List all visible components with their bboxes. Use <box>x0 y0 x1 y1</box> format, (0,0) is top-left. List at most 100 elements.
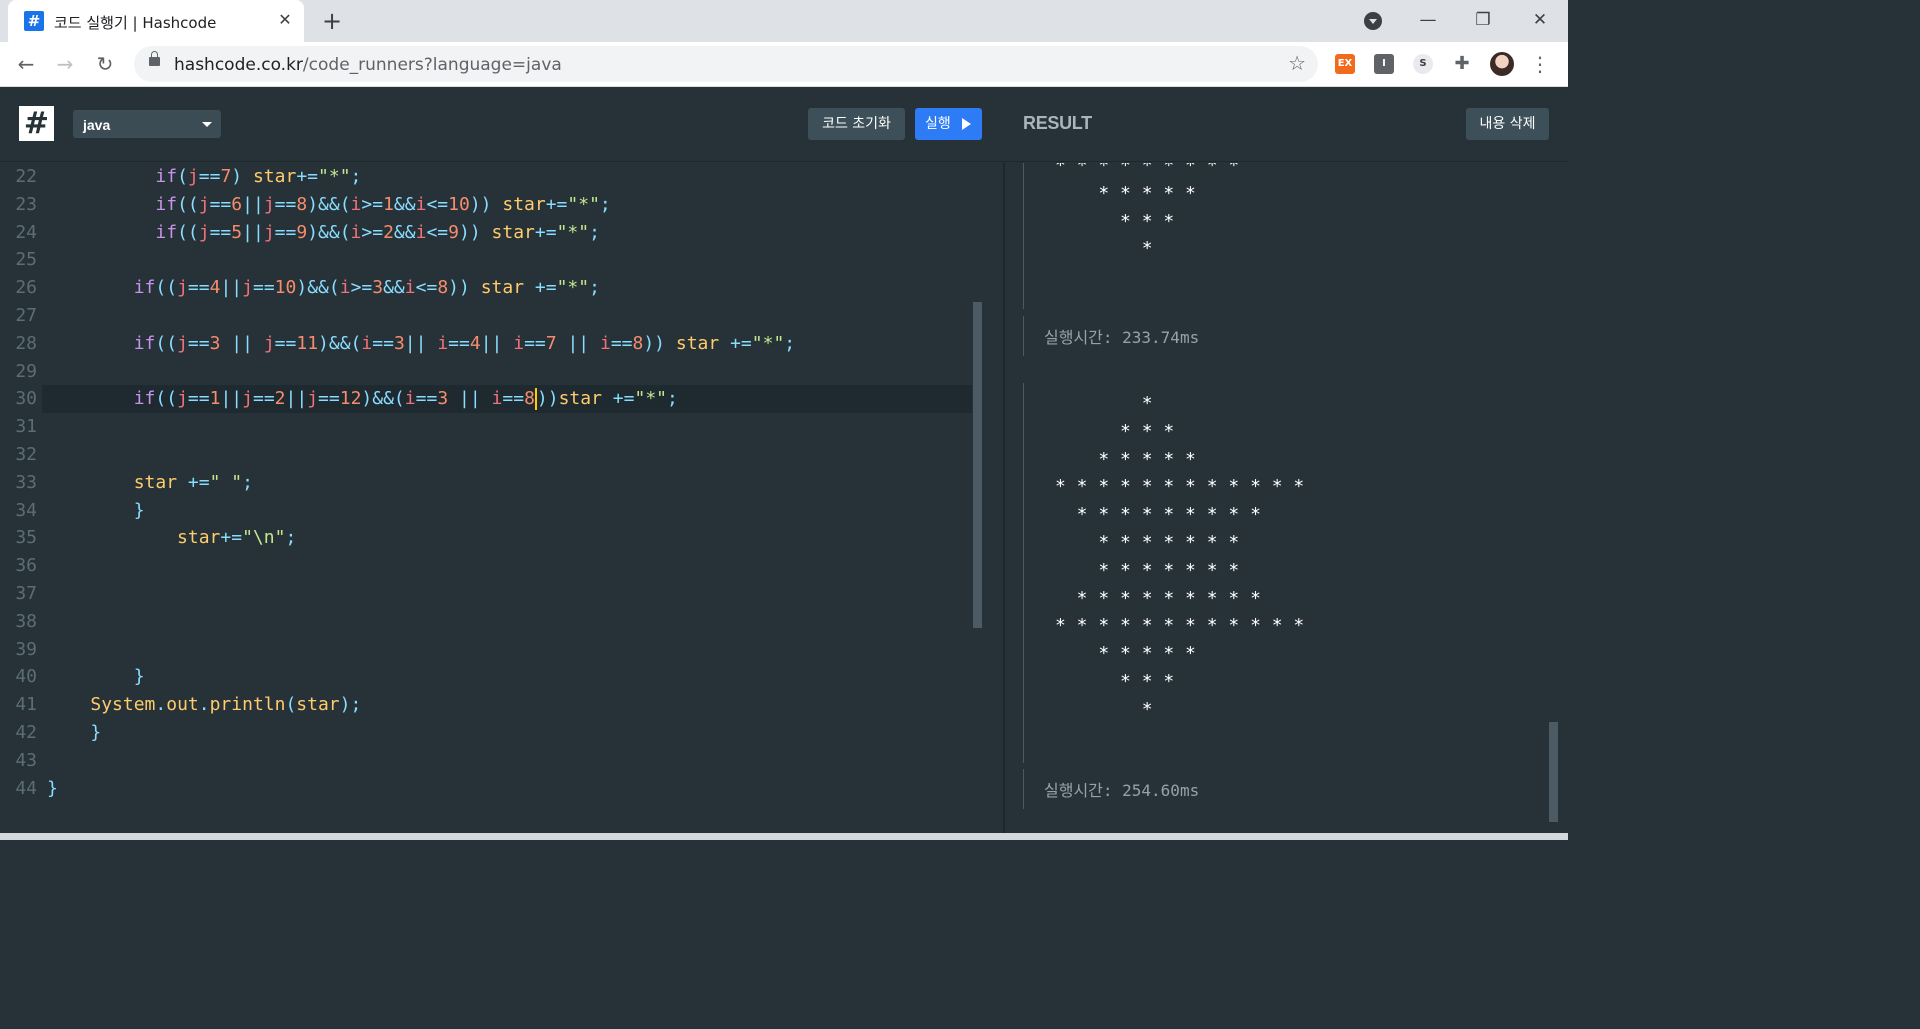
code-text[interactable]: if((j==3 || j==11)&&(i==3|| i==4|| i==7 … <box>47 330 795 358</box>
code-line[interactable]: 41 System.out.println(star); <box>0 691 972 719</box>
back-arrow-icon[interactable]: ← <box>12 50 40 78</box>
clear-result-button[interactable]: 내용 삭제 <box>1466 108 1549 140</box>
code-line[interactable]: 37 <box>0 580 972 608</box>
restore-button[interactable]: ❐ <box>1469 6 1497 34</box>
output-line: * * * <box>1055 420 1175 442</box>
forward-arrow-icon[interactable]: → <box>51 50 79 78</box>
language-select-value: java <box>83 117 111 133</box>
code-line[interactable]: 43 <box>0 747 972 775</box>
runtime-text: 실행시간: 233.74ms <box>1044 328 1200 347</box>
extension-ex-icon[interactable]: EX <box>1335 54 1355 74</box>
line-number: 26 <box>15 277 37 299</box>
code-line[interactable]: 40 } <box>0 663 972 691</box>
reload-icon[interactable]: ↻ <box>91 50 119 78</box>
tab-search-icon[interactable] <box>1364 12 1382 30</box>
output-block <box>1023 383 1024 763</box>
app-header: # java 코드 초기화 실행 RESULT 내용 삭제 <box>0 88 1568 162</box>
code-line[interactable]: 24 if((j==5||j==9)&&(i>=2&&i<=9)) star+=… <box>0 219 972 247</box>
output-line: * * * <box>1055 671 1175 692</box>
minimize-button[interactable]: — <box>1414 6 1442 34</box>
output-line: * <box>1055 393 1153 414</box>
code-line[interactable]: 26 if((j==4||j==10)&&(i>=3&&i<=8)) star … <box>0 274 972 302</box>
result-scrollbar[interactable] <box>1549 722 1558 822</box>
browser-menu-icon[interactable]: ⋮ <box>1530 50 1550 78</box>
code-line[interactable]: 34 } <box>0 497 972 525</box>
code-text[interactable]: if((j==5||j==9)&&(i>=2&&i<=9)) star+="*"… <box>47 219 600 247</box>
run-button[interactable]: 실행 <box>915 108 982 140</box>
code-line[interactable]: 33 star +=" "; <box>0 469 972 497</box>
hashcode-favicon-icon: # <box>24 11 44 31</box>
line-number: 41 <box>15 694 37 716</box>
output-line: * * * * * * * * * <box>1055 163 1240 176</box>
runtime-text: 실행시간: 254.60ms <box>1044 781 1200 800</box>
editor-scrollbar[interactable] <box>973 302 982 628</box>
line-number: 23 <box>15 193 37 215</box>
code-line[interactable]: 32 <box>0 441 972 469</box>
output-line: * * * * * <box>1055 448 1196 470</box>
code-text[interactable]: star +=" "; <box>47 469 253 497</box>
line-number: 42 <box>15 722 37 743</box>
code-line[interactable]: 31 <box>0 413 972 441</box>
code-text[interactable]: } <box>47 775 58 803</box>
line-number: 38 <box>15 610 37 632</box>
output-line: * * * * * * * <box>1055 532 1240 553</box>
output-line: * * * * * <box>1055 643 1196 665</box>
code-line[interactable]: 38 <box>0 608 972 636</box>
line-number: 25 <box>15 249 37 271</box>
extension-i-icon[interactable]: I <box>1374 54 1394 74</box>
code-line[interactable]: 30 if((j==1||j==2||j==12)&&(i==3 || i==8… <box>15 385 972 414</box>
runtime-label: 실행시간: 254.60ms <box>1023 769 1199 809</box>
tab-title: 코드 실행기 | Hashcode <box>54 14 217 32</box>
code-text[interactable]: } <box>47 663 145 691</box>
line-number: 22 <box>15 166 37 187</box>
code-line[interactable]: 25 <box>0 246 972 274</box>
bookmark-star-icon[interactable]: ☆ <box>1288 51 1306 75</box>
code-line[interactable]: 42 } <box>0 719 972 747</box>
tab-close-icon[interactable]: ✕ <box>274 9 296 31</box>
code-text[interactable]: } <box>47 497 145 525</box>
code-line[interactable]: 44} <box>0 775 972 803</box>
code-line[interactable]: 22 if(j==7) star+="*"; <box>0 163 972 191</box>
code-line[interactable]: 23 if((j==6||j==8)&&(i>=1&&i<=10)) star+… <box>0 191 972 219</box>
line-number: 36 <box>15 555 37 577</box>
line-number: 35 <box>15 527 37 549</box>
code-line[interactable]: 36 <box>0 552 972 580</box>
code-line[interactable]: 27 <box>0 302 972 330</box>
browser-tab[interactable]: # 코드 실행기 | Hashcode ✕ <box>8 0 304 42</box>
line-number: 33 <box>15 471 37 493</box>
code-line[interactable]: 28 if((j==3 || j==11)&&(i==3|| i==4|| i=… <box>0 330 972 358</box>
code-text[interactable]: System.out.println(star); <box>47 691 361 719</box>
window-close-button[interactable]: ✕ <box>1526 6 1554 34</box>
address-bar[interactable]: hashcode.co.kr/code_runners?language=jav… <box>134 46 1318 82</box>
line-number: 37 <box>15 583 37 604</box>
line-number: 30 <box>15 388 37 410</box>
result-title: RESULT <box>1023 113 1092 133</box>
code-editor[interactable]: 22 if(j==7) star+="*"; 23 if((j==6||j==8)… <box>0 163 1003 833</box>
code-text[interactable]: if((j==1||j==2||j==12)&&(i==3 || i==8))s… <box>47 385 678 413</box>
code-text[interactable]: star+="\n"; <box>47 524 296 552</box>
code-text[interactable]: } <box>47 719 101 747</box>
line-number: 31 <box>15 416 37 438</box>
code-line[interactable]: 35 star+="\n"; <box>0 524 972 552</box>
output-line: * * * * * <box>1055 182 1196 204</box>
extension-s-icon[interactable]: S <box>1413 54 1433 74</box>
extensions-puzzle-icon[interactable]: ✚ <box>1448 50 1476 78</box>
output-line: * <box>1055 238 1153 260</box>
hashcode-logo[interactable]: # <box>19 106 54 141</box>
code-line[interactable]: 39 <box>0 636 972 664</box>
browser-tab-strip: # 코드 실행기 | Hashcode ✕ + — ❐ ✕ <box>0 0 1568 42</box>
reset-code-button[interactable]: 코드 초기화 <box>808 108 905 140</box>
code-text[interactable]: if(j==7) star+="*"; <box>47 163 361 191</box>
new-tab-button[interactable]: + <box>318 7 346 35</box>
dropdown-caret-icon <box>202 122 212 127</box>
line-number: 27 <box>15 305 37 326</box>
code-line[interactable]: 29 <box>0 358 972 386</box>
horizontal-scrollbar[interactable] <box>0 833 1568 840</box>
code-text[interactable]: if((j==4||j==10)&&(i>=3&&i<=8)) star +="… <box>47 274 600 302</box>
code-text[interactable]: if((j==6||j==8)&&(i>=1&&i<=10)) star+="*… <box>47 191 610 219</box>
language-select[interactable]: java <box>73 110 221 138</box>
url-text[interactable]: hashcode.co.kr/code_runners?language=jav… <box>174 55 562 75</box>
profile-avatar[interactable] <box>1490 52 1514 76</box>
line-number: 40 <box>15 666 37 688</box>
output-line: * * * * * * * * * <box>1055 504 1261 526</box>
